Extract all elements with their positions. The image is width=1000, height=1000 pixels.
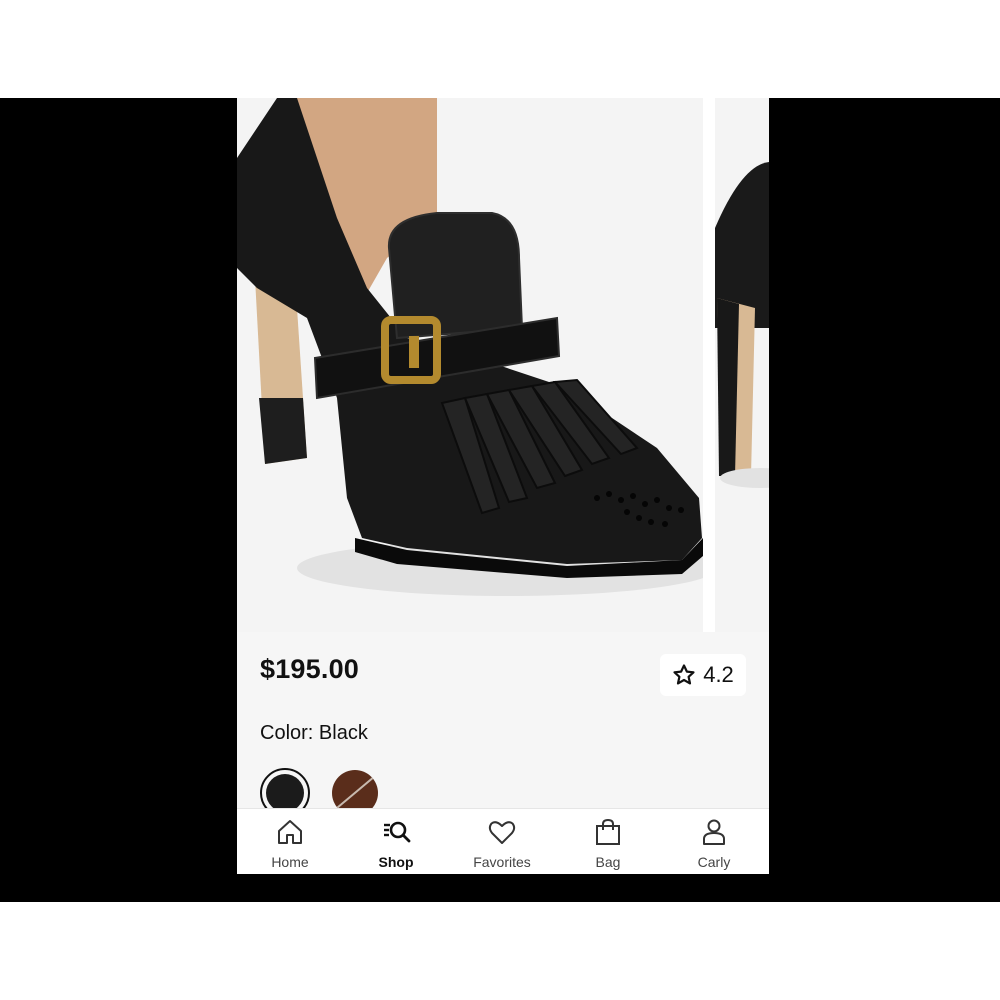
bottom-tab-bar: Home Shop Favorites Bag Carly — [237, 808, 769, 874]
home-icon — [278, 820, 302, 844]
color-swatches — [260, 768, 400, 808]
product-image-main[interactable] — [237, 98, 703, 632]
tab-shop[interactable]: Shop — [343, 809, 449, 874]
tab-bag[interactable]: Bag — [555, 809, 661, 874]
app-screen: $195.00 4.2 Color: Black Home Shop Favor… — [237, 98, 769, 874]
tab-home-label: Home — [271, 854, 309, 870]
shoe-illustration-partial — [715, 161, 769, 488]
person-icon — [703, 819, 725, 845]
rating-badge[interactable]: 4.2 — [660, 654, 746, 696]
color-label: Color: Black — [260, 722, 368, 744]
swatch-brown[interactable] — [332, 770, 378, 808]
star-icon — [673, 664, 695, 685]
tab-account[interactable]: Carly — [661, 809, 767, 874]
tab-shop-label: Shop — [378, 854, 414, 870]
shoe-illustration — [237, 98, 703, 596]
product-price: $195.00 — [260, 654, 359, 684]
swatch-black[interactable] — [260, 768, 310, 808]
rating-value: 4.2 — [703, 662, 734, 687]
product-image-carousel[interactable] — [237, 98, 769, 632]
tab-account-label: Carly — [697, 854, 731, 870]
tab-favorites-label: Favorites — [473, 854, 531, 870]
tab-home[interactable]: Home — [237, 809, 343, 874]
product-image-next[interactable] — [715, 98, 769, 632]
tab-favorites[interactable]: Favorites — [449, 809, 555, 874]
bag-icon — [596, 818, 620, 845]
search-list-icon — [384, 821, 411, 843]
tab-bag-label: Bag — [595, 854, 621, 870]
heart-icon — [488, 821, 516, 844]
product-info-panel: $195.00 4.2 Color: Black — [237, 632, 769, 808]
